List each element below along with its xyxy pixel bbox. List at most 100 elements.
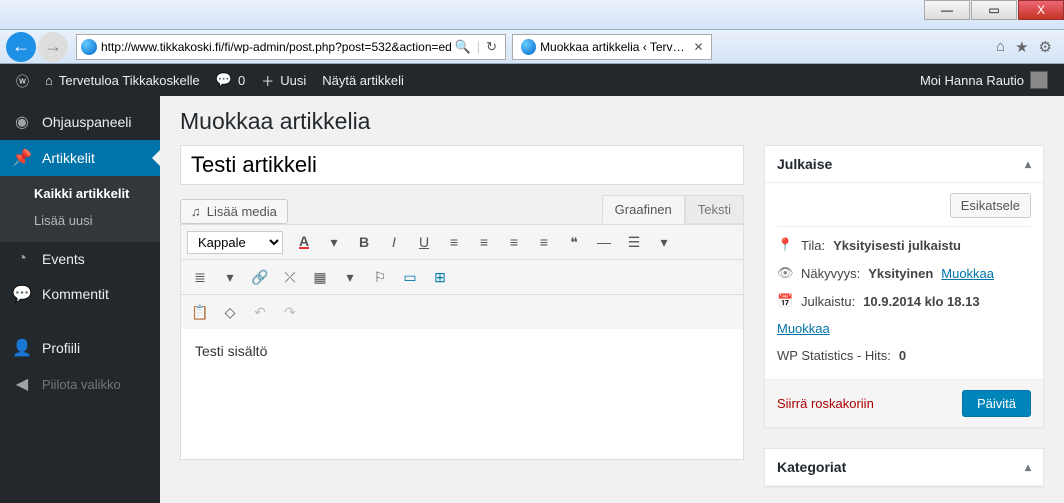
format-select[interactable]: Kappale (187, 231, 283, 254)
visibility-row: 👁 Näkyvyys: Yksityinen Muokkaa (777, 259, 1031, 287)
wp-logo[interactable]: ⓦ (8, 64, 37, 96)
home-icon[interactable]: ⌂ (996, 38, 1005, 56)
ie-icon (81, 39, 97, 55)
comments-menu[interactable]: 💬 0 (208, 64, 253, 96)
unlink-button[interactable]: ⤫ (277, 264, 303, 290)
link-button[interactable]: 🔗 (247, 264, 273, 290)
edit-visibility-link[interactable]: Muokkaa (941, 266, 994, 281)
text-color-dropdown[interactable]: ▾ (321, 229, 347, 255)
italic-button[interactable]: I (381, 229, 407, 255)
submenu-posts: Kaikki artikkelit Lisää uusi (0, 176, 160, 242)
admin-sidebar: ◉ Ohjauspaneeli 📌 Artikkelit Kaikki arti… (0, 96, 160, 503)
collapse-menu[interactable]: ◀ Piilota valikko (0, 366, 160, 402)
fullscreen-button[interactable]: ⊞ (427, 264, 453, 290)
collapse-icon: ◀ (12, 374, 32, 394)
tools-icon[interactable]: ⚙ (1039, 38, 1052, 56)
align-right-button[interactable]: ≡ (501, 229, 527, 255)
editor-toolbar-3: 📋 ◇ ↶ ↷ (181, 295, 743, 329)
editor-body: Muokkaa artikkelia ♫ Lisää media Graafin… (160, 96, 1064, 503)
menu-profile[interactable]: 👤 Profiili (0, 330, 160, 366)
wp-admin-bar: ⓦ ⌂ Tervetuloa Tikkakoskelle 💬 0 ＋ Uusi … (0, 64, 1064, 96)
plus-icon: ＋ (261, 71, 274, 90)
my-account[interactable]: Moi Hanna Rautio (912, 64, 1056, 96)
status-row: 📍 Tila: Yksityisesti julkaistu (777, 231, 1031, 259)
tab-text[interactable]: Teksti (685, 195, 744, 224)
hr-button[interactable]: — (591, 229, 617, 255)
move-to-trash[interactable]: Siirrä roskakoriin (777, 396, 874, 411)
submenu-add-new[interactable]: Lisää uusi (0, 207, 160, 234)
content-editor[interactable]: Testi sisältö (181, 329, 743, 459)
tab-visual[interactable]: Graafinen (602, 195, 685, 224)
pin-icon: 📌 (12, 148, 32, 168)
key-icon: 📍 (777, 237, 793, 253)
align-center-button[interactable]: ≡ (471, 229, 497, 255)
add-media-button[interactable]: ♫ Lisää media (180, 199, 288, 224)
stats-row: WP Statistics - Hits: 0 (777, 342, 1031, 369)
bold-button[interactable]: B (351, 229, 377, 255)
categories-box-header[interactable]: Kategoriat ▴ (765, 449, 1043, 486)
editor: Kappale A ▾ B I U ≡ ≡ ≡ ≡ ❝ — ☰ ▾ (180, 224, 744, 460)
address-bar[interactable]: 🔍 | ↻ (76, 34, 506, 60)
refresh-icon[interactable]: ↻ (486, 39, 497, 55)
table-button[interactable]: ▦ (307, 264, 333, 290)
tab-close-icon[interactable]: ✕ (694, 40, 703, 54)
window-maximize[interactable]: ▭ (971, 0, 1017, 20)
menu-posts[interactable]: 📌 Artikkelit (0, 140, 160, 176)
undo-button[interactable]: ↶ (247, 299, 273, 325)
forward-button[interactable]: → (38, 32, 68, 62)
eye-icon: 👁 (777, 265, 793, 281)
text-color-button[interactable]: A (291, 229, 317, 255)
publish-box: Julkaise ▴ Esikatsele 📍 Tila: Yksityises… (764, 145, 1044, 428)
editor-toolbar-1: Kappale A ▾ B I U ≡ ≡ ≡ ≡ ❝ — ☰ ▾ (181, 225, 743, 260)
window-minimize[interactable]: — (924, 0, 970, 20)
toggle-icon[interactable]: ▴ (1025, 157, 1031, 171)
url-input[interactable] (101, 40, 451, 54)
bookmark-button[interactable]: ⚐ (367, 264, 393, 290)
ie-icon (521, 39, 536, 55)
clear-format-button[interactable]: ◇ (217, 299, 243, 325)
browser-tab[interactable]: Muokkaa artikkelia ‹ Tervet… ✕ (512, 34, 712, 60)
window-titlebar: — ▭ X (0, 0, 1064, 30)
calendar-icon: 📅 (777, 293, 793, 309)
comment-icon: 💬 (216, 72, 232, 88)
paste-button[interactable]: 📋 (187, 299, 213, 325)
numbered-list-button[interactable]: ≣ (187, 264, 213, 290)
new-content[interactable]: ＋ Uusi (253, 64, 314, 96)
window-close[interactable]: X (1018, 0, 1064, 20)
page-title: Muokkaa artikkelia (180, 108, 1044, 135)
publish-box-header[interactable]: Julkaise ▴ (765, 146, 1043, 183)
toggle-icon[interactable]: ▴ (1025, 460, 1031, 474)
avatar (1030, 71, 1048, 89)
bullet-list-button[interactable]: ☰ (621, 229, 647, 255)
edit-date-link[interactable]: Muokkaa (777, 321, 830, 336)
underline-button[interactable]: U (411, 229, 437, 255)
site-name[interactable]: ⌂ Tervetuloa Tikkakoskelle (37, 64, 208, 96)
menu-events[interactable]: ◔ Events (0, 242, 160, 276)
post-title-input[interactable] (180, 145, 744, 185)
preview-button[interactable]: Esikatsele (950, 193, 1031, 218)
clock-icon: ◔ (12, 250, 32, 268)
favorites-icon[interactable]: ★ (1015, 38, 1028, 56)
media-icon: ♫ (191, 204, 201, 219)
categories-box: Kategoriat ▴ (764, 448, 1044, 487)
align-justify-button[interactable]: ≡ (531, 229, 557, 255)
redo-button[interactable]: ↷ (277, 299, 303, 325)
list-dropdown[interactable]: ▾ (651, 229, 677, 255)
tab-title: Muokkaa artikkelia ‹ Tervet… (540, 40, 685, 54)
menu-comments[interactable]: 💬 Kommentit (0, 276, 160, 312)
update-button[interactable]: Päivitä (962, 390, 1031, 417)
submenu-all-posts[interactable]: Kaikki artikkelit (0, 180, 160, 207)
insert-button[interactable]: ▭ (397, 264, 423, 290)
menu-dashboard[interactable]: ◉ Ohjauspaneeli (0, 104, 160, 140)
back-button[interactable]: ← (6, 32, 36, 62)
view-post[interactable]: Näytä artikkeli (314, 64, 412, 96)
align-left-button[interactable]: ≡ (441, 229, 467, 255)
comment-icon: 💬 (12, 284, 32, 304)
blockquote-button[interactable]: ❝ (561, 229, 587, 255)
browser-toolbar: ← → 🔍 | ↻ Muokkaa artikkelia ‹ Tervet… ✕… (0, 30, 1064, 64)
dashboard-icon: ◉ (12, 112, 32, 132)
numlist-dropdown[interactable]: ▾ (217, 264, 243, 290)
editor-toolbar-2: ≣ ▾ 🔗 ⤫ ▦ ▾ ⚐ ▭ ⊞ (181, 260, 743, 295)
table-dropdown[interactable]: ▾ (337, 264, 363, 290)
search-icon[interactable]: 🔍 (455, 39, 471, 55)
